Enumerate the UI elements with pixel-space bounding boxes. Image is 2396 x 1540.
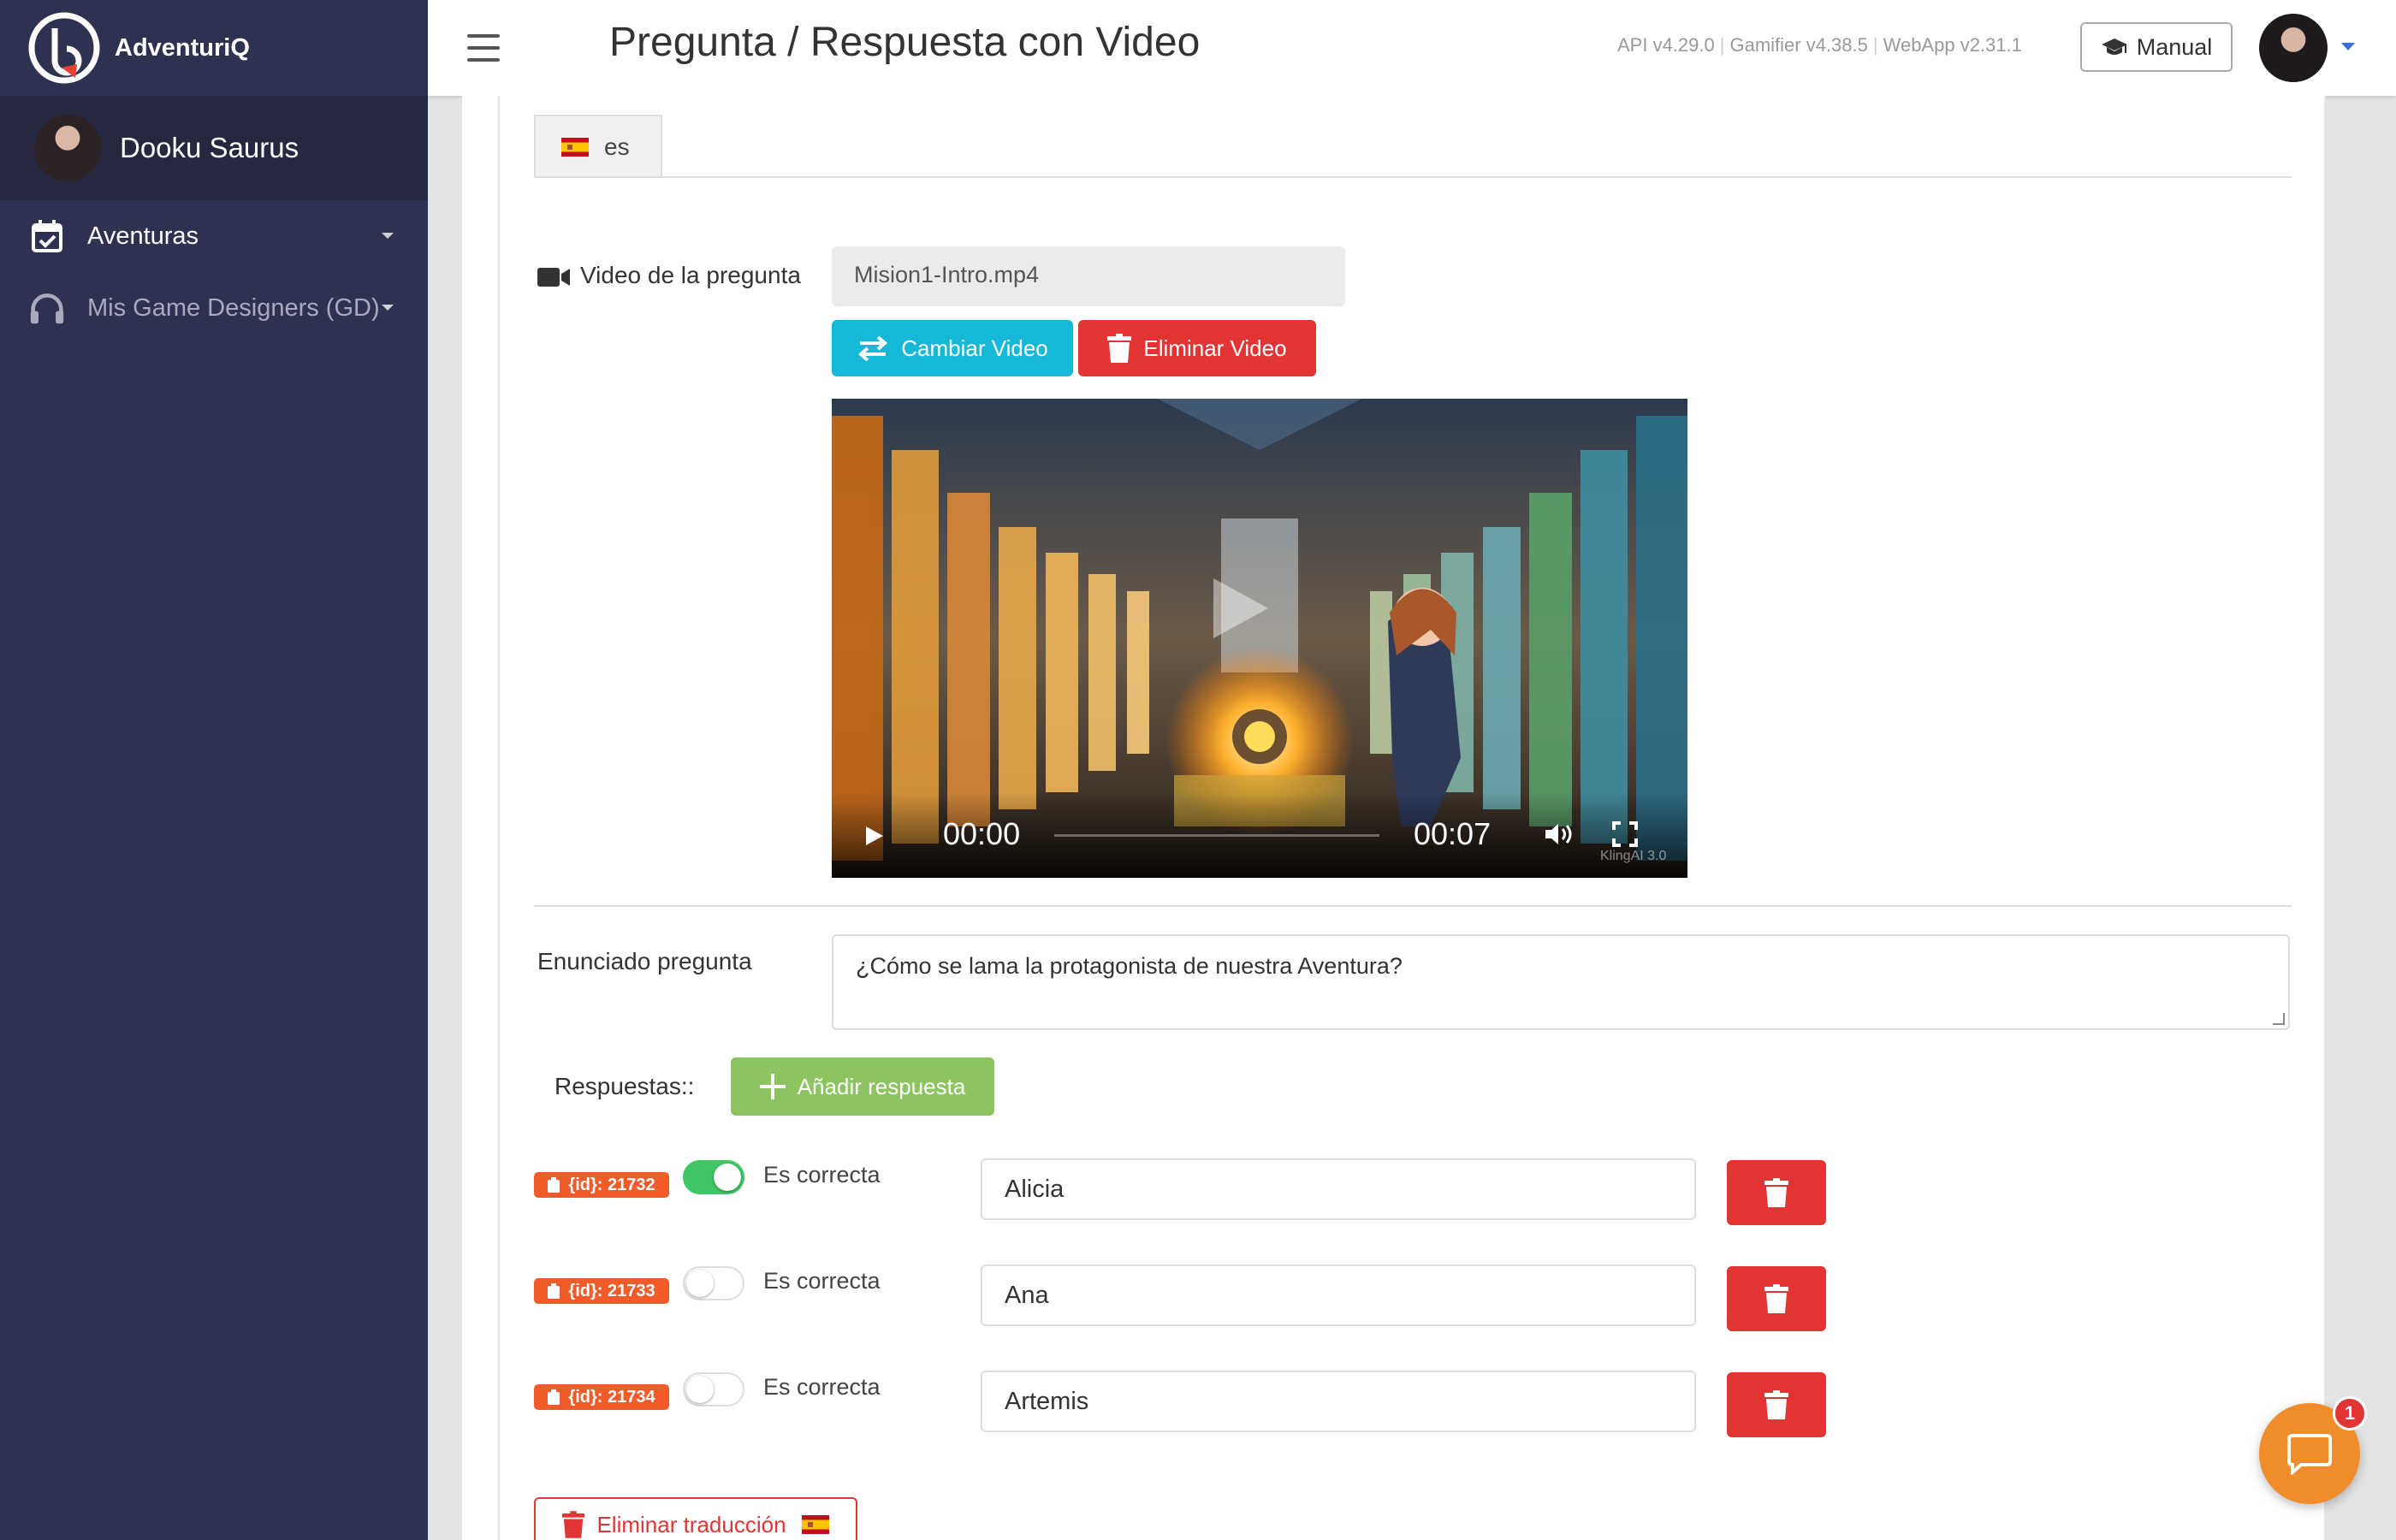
answer-input[interactable]: Artemis <box>981 1371 1696 1432</box>
add-answer-button[interactable]: Añadir respuesta <box>731 1057 994 1116</box>
spain-flag-icon <box>561 138 589 157</box>
trash-icon <box>1107 334 1132 363</box>
video-player[interactable]: 00:00 00:07 KlingAI 3.0 <box>832 399 1687 878</box>
sidebar-item-game-designers[interactable]: Mis Game Designers (GD) <box>0 272 428 344</box>
id-badge[interactable]: {id}: 21732 <box>534 1172 669 1198</box>
seek-bar[interactable] <box>1054 834 1379 837</box>
delete-video-button[interactable]: Eliminar Video <box>1078 320 1316 376</box>
answer-row: {id}: 21732 Es correcta Alicia <box>532 1158 1833 1229</box>
chat-bubble-icon <box>2287 1434 2332 1475</box>
version-info: API v4.29.0 | Gamifier v4.38.5 | WebApp v2.3… <box>1617 34 2022 56</box>
exchange-icon <box>858 335 888 361</box>
question-label: Enunciado pregunta <box>537 948 752 974</box>
top-bar: Pregunta / Respuesta con Video API v4.29… <box>428 0 2396 96</box>
chevron-down-icon <box>382 305 394 311</box>
avatar <box>34 115 101 181</box>
play-icon[interactable] <box>866 826 883 845</box>
manual-button[interactable]: Manual <box>2080 22 2233 72</box>
spain-flag-icon <box>801 1515 829 1534</box>
video-label: Video de la pregunta <box>537 255 811 296</box>
correct-toggle[interactable] <box>683 1372 744 1407</box>
headphones-icon <box>29 290 65 326</box>
gamifier-version: Gamifier v4.38.5 <box>1729 34 1868 56</box>
trash-icon <box>1764 1284 1788 1313</box>
tab-divider <box>534 176 2292 178</box>
sidebar-item-aventuras[interactable]: Aventuras <box>0 200 428 272</box>
resize-handle-icon[interactable] <box>2273 1013 2285 1025</box>
tab-label: es <box>604 133 630 160</box>
clipboard-icon <box>548 1389 560 1405</box>
clipboard-icon <box>548 1177 560 1193</box>
avatar[interactable] <box>2259 14 2328 82</box>
id-badge[interactable]: {id}: 21733 <box>534 1278 669 1304</box>
current-time: 00:00 <box>943 816 1021 851</box>
video-watermark: KlingAI 3.0 <box>1600 849 1667 863</box>
chevron-down-icon <box>382 233 394 239</box>
brand[interactable]: AdventuriQ <box>0 0 428 96</box>
delete-translation-button[interactable]: Eliminar traducción <box>534 1497 857 1540</box>
sidebar-item-label: Mis Game Designers (GD) <box>87 293 380 322</box>
fullscreen-icon[interactable] <box>1612 821 1638 847</box>
id-badge[interactable]: {id}: 21734 <box>534 1384 669 1410</box>
graduation-cap-icon <box>2101 38 2127 55</box>
delete-answer-button[interactable] <box>1727 1372 1826 1437</box>
notification-badge: 1 <box>2333 1396 2367 1430</box>
trash-icon <box>1764 1178 1788 1207</box>
section-divider <box>534 905 2292 907</box>
answer-row: {id}: 21733 Es correcta Ana <box>532 1265 1833 1335</box>
correct-toggle[interactable] <box>683 1266 744 1300</box>
answer-input[interactable]: Ana <box>981 1265 1696 1326</box>
answers-label: Respuestas:: <box>555 1073 695 1099</box>
correct-label: Es correcta <box>763 1162 881 1188</box>
correct-label: Es correcta <box>763 1374 881 1400</box>
user-panel[interactable]: Dooku Saurus <box>0 96 428 200</box>
manual-label: Manual <box>2136 33 2213 60</box>
video-file-name: Mision1-Intro.mp4 <box>832 246 1345 306</box>
question-text: ¿Cómo se lama la protagonista de nuestra… <box>856 953 1403 979</box>
calendar-check-icon <box>29 218 65 254</box>
trash-icon <box>562 1511 585 1538</box>
trash-icon <box>1764 1390 1788 1419</box>
tab-es[interactable]: es <box>534 115 662 178</box>
sidebar: AdventuriQ Dooku Saurus Aventuras Mis Ga <box>0 0 428 1540</box>
delete-answer-button[interactable] <box>1727 1266 1826 1331</box>
brand-name: AdventuriQ <box>115 33 250 62</box>
chevron-down-icon[interactable] <box>2341 43 2355 50</box>
volume-icon[interactable] <box>1545 823 1575 845</box>
video-camera-icon <box>537 267 570 287</box>
delete-answer-button[interactable] <box>1727 1160 1826 1225</box>
change-video-button[interactable]: Cambiar Video <box>832 320 1073 376</box>
correct-label: Es correcta <box>763 1268 881 1294</box>
page-title: Pregunta / Respuesta con Video <box>609 20 1201 65</box>
correct-toggle[interactable] <box>683 1160 744 1194</box>
menu-toggle-icon[interactable] <box>467 34 500 62</box>
duration: 00:07 <box>1414 816 1492 851</box>
user-name: Dooku Saurus <box>120 132 300 163</box>
sidebar-item-label: Aventuras <box>87 222 199 250</box>
plus-icon <box>759 1074 786 1099</box>
clipboard-icon <box>548 1283 560 1299</box>
webapp-version: WebApp v2.31.1 <box>1883 34 2022 56</box>
adventuriq-logo-icon <box>27 11 101 85</box>
answer-row: {id}: 21734 Es correcta Artemis <box>532 1371 1833 1441</box>
api-version: API v4.29.0 <box>1617 34 1715 56</box>
question-textarea[interactable]: ¿Cómo se lama la protagonista de nuestra… <box>832 934 2290 1030</box>
answer-input[interactable]: Alicia <box>981 1158 1696 1220</box>
